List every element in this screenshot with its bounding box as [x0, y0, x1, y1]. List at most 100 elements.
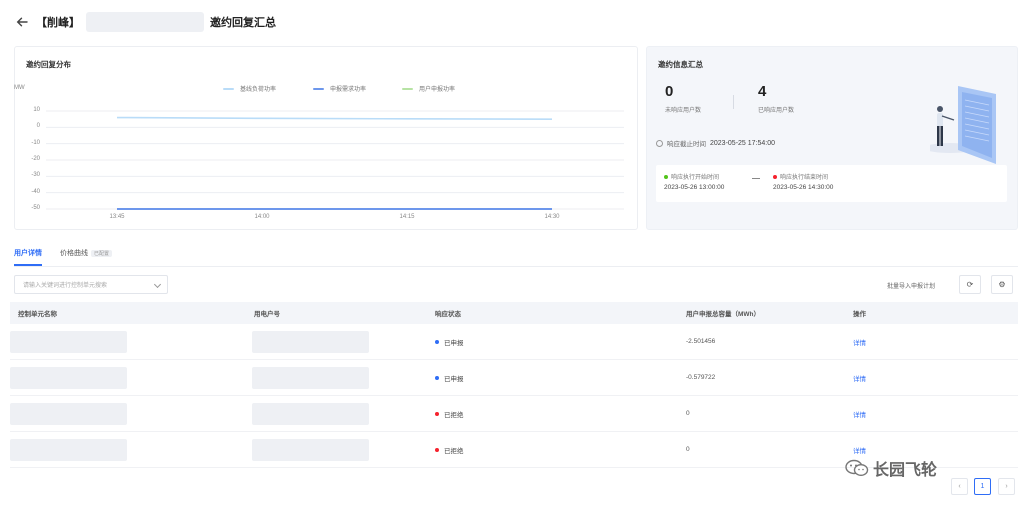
y-tick-label: -10 — [31, 139, 40, 146]
control-unit-search-select[interactable]: 请输入关键词进行控制单元搜索 — [14, 275, 168, 294]
execution-end-label: 响应执行结束时间 — [773, 172, 828, 181]
status-dot — [435, 447, 439, 452]
deadline-label: 响应截止时间 — [667, 141, 706, 148]
end-label-text: 响应执行结束时间 — [780, 175, 829, 181]
summary-card-title: 邀约信息汇总 — [658, 60, 703, 69]
col-control-unit: 控制单元名称 — [18, 311, 57, 318]
actions-cell: 详情 — [853, 373, 1018, 383]
capacity-cell: -0.579722 — [686, 374, 716, 381]
account-number-cell — [252, 438, 435, 461]
execution-start-value: 2023-05-26 13:00:00 — [664, 184, 725, 191]
status-badge: 已申报 — [435, 373, 686, 383]
responded-count: 4 — [758, 83, 767, 100]
col-declared-capacity: 用户申报总容量（MWh） — [686, 311, 761, 318]
redacted-cell — [252, 438, 369, 461]
control-unit-cell — [10, 366, 254, 389]
capacity-cell: 0 — [686, 446, 690, 453]
status-cell: 已申报 — [435, 373, 686, 383]
status-dot — [435, 375, 439, 380]
control-unit-cell — [10, 402, 254, 425]
y-tick-label: -30 — [31, 172, 40, 179]
x-tick-label: 14:00 — [254, 214, 270, 220]
unresponded-count: 0 — [665, 83, 674, 100]
stat-divider — [733, 95, 734, 109]
redacted-cell — [10, 366, 127, 389]
redacted-cell — [10, 330, 127, 353]
account-number-cell — [252, 366, 435, 389]
detail-link[interactable]: 详情 — [853, 412, 866, 419]
actions-cell: 详情 — [853, 337, 1018, 347]
series-line-0 — [116, 116, 553, 120]
status-cell: 已拒绝 — [435, 409, 686, 419]
redacted-cell — [10, 438, 127, 461]
status-text: 已拒绝 — [444, 447, 464, 455]
capacity-cell: 0 — [686, 410, 690, 417]
status-cell: 已拒绝 — [435, 445, 686, 455]
refresh-icon[interactable]: ⟳ — [959, 275, 981, 294]
deadline-value: 2023-05-25 17:54:00 — [710, 139, 775, 147]
redacted-cell — [252, 330, 369, 353]
detail-link[interactable]: 详情 — [853, 376, 866, 383]
y-tick-label: -20 — [31, 156, 40, 162]
pagination-page-1[interactable]: 1 — [974, 478, 991, 495]
start-status-dot — [664, 175, 668, 180]
detail-link[interactable]: 详情 — [853, 448, 866, 455]
status-text: 已拒绝 — [444, 411, 464, 419]
detail-tabs: 用户详情 价格曲线 已配置 — [14, 242, 113, 266]
page: 【削峰】 邀约回复汇总 邀约回复分布 MW 基线负荷功率 申报需求功率 用户申报… — [0, 0, 1024, 515]
col-response-status: 响应状态 — [435, 311, 461, 318]
y-tick-label: -40 — [31, 188, 40, 195]
capacity-cell: -2.501456 — [686, 338, 716, 345]
settings-gear-icon[interactable]: ⚙ — [991, 275, 1013, 294]
redacted-cell — [252, 366, 369, 389]
tab-user-detail[interactable]: 用户详情 — [14, 242, 42, 266]
status-cell: 已申报 — [435, 337, 686, 347]
watermark: 长园飞轮 — [845, 456, 937, 480]
chevron-down-icon — [153, 280, 162, 289]
tab-user-detail-label: 用户详情 — [14, 250, 42, 257]
redacted-cell — [252, 402, 369, 425]
actions-cell: 详情 — [853, 445, 1018, 455]
account-number-cell — [252, 330, 435, 353]
y-tick-label: -50 — [31, 205, 40, 211]
detail-link[interactable]: 详情 — [853, 340, 866, 347]
y-tick-label: 10 — [33, 107, 40, 113]
actions-cell: 详情 — [853, 409, 1018, 419]
control-unit-cell — [10, 330, 254, 353]
account-number-cell — [252, 402, 435, 425]
redacted-cell — [10, 402, 127, 425]
status-text: 已申报 — [444, 339, 464, 347]
tab-price-curve[interactable]: 价格曲线 已配置 — [60, 242, 113, 266]
configured-badge: 已配置 — [91, 250, 113, 257]
status-dot — [435, 411, 439, 416]
table-header: 控制单元名称 用电户号 响应状态 用户申报总容量（MWh） 操作 — [10, 302, 1018, 324]
start-label-text: 响应执行开始时间 — [671, 175, 720, 181]
unresponded-label: 未响应用户数 — [665, 108, 702, 114]
batch-import-button[interactable]: 批量导入申报计划 — [887, 281, 935, 290]
tab-price-curve-label: 价格曲线 — [60, 250, 88, 257]
status-dot — [435, 339, 439, 344]
execution-end-value: 2023-05-26 14:30:00 — [773, 184, 834, 191]
pagination-next[interactable]: › — [998, 478, 1015, 495]
end-status-dot — [773, 175, 777, 180]
execution-start-label: 响应执行开始时间 — [664, 172, 719, 181]
responded-label: 已响应用户数 — [758, 108, 795, 114]
wechat-icon — [845, 459, 869, 477]
pagination-prev[interactable]: ‹ — [951, 478, 968, 495]
time-range-separator — [752, 178, 760, 179]
y-tick-label: 0 — [36, 123, 40, 130]
watermark-text: 长园飞轮 — [873, 462, 938, 479]
presenter-illustration — [930, 86, 996, 164]
search-placeholder: 请输入关键词进行控制单元搜索 — [23, 283, 108, 289]
tabs-divider — [14, 266, 1018, 267]
x-tick-label: 13:45 — [109, 214, 125, 220]
control-unit-cell — [10, 438, 254, 461]
table-row: 已拒绝 0 详情 — [10, 396, 1018, 432]
user-detail-table: 控制单元名称 用电户号 响应状态 用户申报总容量（MWh） 操作 已申报 -2.… — [10, 302, 1018, 468]
clock-icon — [656, 139, 663, 147]
status-badge: 已申报 — [435, 337, 686, 347]
status-badge: 已拒绝 — [435, 445, 686, 455]
x-tick-label: 14:15 — [399, 214, 415, 220]
status-badge: 已拒绝 — [435, 409, 686, 419]
table-row: 已申报 -2.501456 详情 — [10, 324, 1018, 360]
